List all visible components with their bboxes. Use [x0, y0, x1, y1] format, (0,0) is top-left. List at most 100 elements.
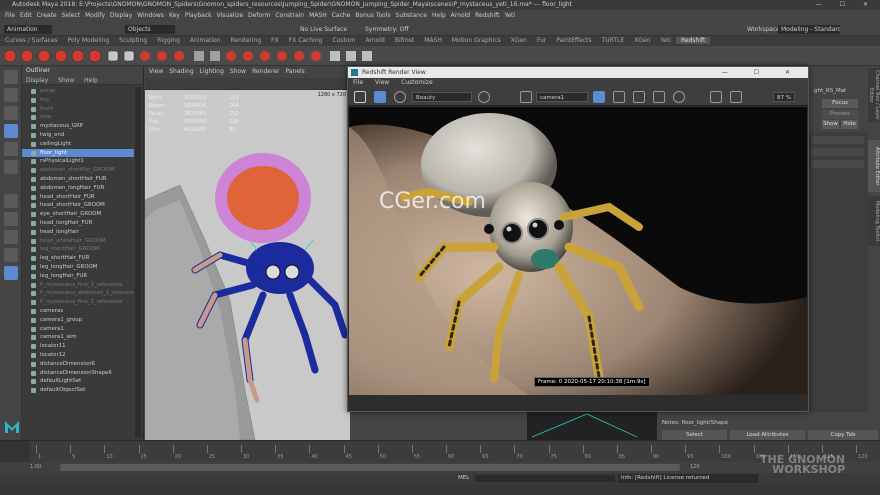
outliner-item[interactable]: distanceDimensionShape6	[22, 369, 134, 378]
layout-four-icon[interactable]	[4, 212, 18, 226]
outliner-item[interactable]: head_longHair	[22, 228, 134, 237]
selection-mode-field[interactable]: Objects	[125, 25, 175, 34]
shelf-tab-arnold[interactable]: Arnold	[360, 37, 389, 44]
shelf-tab-xgen[interactable]: XGen	[506, 37, 532, 44]
persp-viewport[interactable]: View Shading Lighting Show Renderer Panels Ve…	[145, 66, 350, 440]
menu-item-file[interactable]: File	[5, 12, 15, 19]
outliner-item[interactable]: persp	[22, 87, 134, 96]
menu-item-modify[interactable]: Modify	[85, 12, 105, 19]
hide-button[interactable]: Hide	[841, 120, 858, 129]
menu-item-substance[interactable]: Substance	[396, 12, 427, 19]
symmetry-label[interactable]: Symmetry: Off	[365, 25, 408, 34]
refresh-icon[interactable]	[394, 91, 406, 103]
compare-icon[interactable]	[730, 91, 742, 103]
outliner-item[interactable]: camera1_aim	[22, 333, 134, 342]
select-button[interactable]: Select	[662, 430, 727, 440]
outliner-item[interactable]: abdomen_shortHair_FUR	[22, 175, 134, 184]
tab-attribute-editor[interactable]: Attribute Editor	[868, 140, 880, 192]
live-surface-label[interactable]: No Live Surface	[300, 25, 347, 34]
rv-menu-view[interactable]: View	[375, 79, 389, 86]
shelf-tab-fur[interactable]: Fur	[532, 37, 551, 44]
shelf-tab-turtle[interactable]: TURTLE	[597, 37, 630, 44]
rotate-tool-icon[interactable]	[4, 142, 18, 156]
ipr-icon[interactable]	[374, 91, 386, 103]
shelf-tab-fx-caching[interactable]: FX Caching	[284, 37, 328, 44]
command-input[interactable]	[475, 475, 615, 482]
outliner-item[interactable]: defaultLightSet	[22, 377, 134, 386]
outliner-item[interactable]: cameras	[22, 307, 134, 316]
outliner-item[interactable]: camera1	[22, 325, 134, 334]
outliner-item[interactable]: twig_end	[22, 131, 134, 140]
menu-item-display[interactable]: Display	[110, 12, 132, 19]
lock-camera-icon[interactable]	[593, 91, 605, 103]
select-tool-icon[interactable]	[4, 70, 18, 84]
lasso-tool-icon[interactable]	[4, 88, 18, 102]
layout-outliner-icon[interactable]	[4, 248, 18, 262]
render-view-window-controls[interactable]: — ☐ ✕	[722, 67, 802, 78]
menu-item-edit[interactable]: Edit	[20, 12, 32, 19]
menu-item-create[interactable]: Create	[37, 12, 57, 19]
viewport-menu-renderer[interactable]: Renderer	[252, 68, 279, 75]
menu-item-cache[interactable]: Cache	[332, 12, 351, 19]
outliner-item[interactable]: side	[22, 113, 134, 122]
bucket-icon[interactable]	[633, 91, 645, 103]
menu-item-playback[interactable]: Playback	[185, 12, 212, 19]
render-image[interactable]: CGer.com Frame: 0 2020-05-17 20:10:38 [1…	[349, 107, 807, 395]
shelf-tab-motion-graphics[interactable]: Motion Graphics	[447, 37, 506, 44]
outliner-item[interactable]: P_mystaceus_abdomen_1_reference	[22, 289, 134, 298]
outliner-item[interactable]: abdomen_shortFur_GROOM	[22, 166, 134, 175]
crop-icon[interactable]	[520, 91, 532, 103]
shelf-tab-sculpting[interactable]: Sculpting	[114, 37, 152, 44]
layout-single-icon[interactable]	[4, 194, 18, 208]
outliner-item[interactable]: front	[22, 105, 134, 114]
shelf-tab-rigging[interactable]: Rigging	[152, 37, 185, 44]
outliner-item[interactable]: head_longHair_FUR	[22, 219, 134, 228]
outliner-item[interactable]: top	[22, 96, 134, 105]
shelf-tab-xgen[interactable]: XGen	[629, 37, 655, 44]
menu-item-yeti[interactable]: Yeti	[504, 12, 515, 19]
save-image-icon[interactable]	[710, 91, 722, 103]
presets-button[interactable]: Presets	[822, 110, 858, 119]
outliner-scrollbar[interactable]	[135, 87, 141, 437]
outliner-item[interactable]: eye_shortHair_GROOM	[22, 210, 134, 219]
shelf-tab-curves-surfaces[interactable]: Curves / Surfaces	[0, 37, 63, 44]
snapshot-icon[interactable]	[613, 91, 625, 103]
focus-button[interactable]: Focus	[822, 99, 858, 108]
viewport-menu-shading[interactable]: Shading	[169, 68, 193, 75]
outliner-item[interactable]: rsPhysicalLight1	[22, 157, 134, 166]
menu-item-redshift[interactable]: Redshift	[475, 12, 499, 19]
viewport-menu-show[interactable]: Show	[230, 68, 246, 75]
outliner-item[interactable]: P_mystaceus_fine_1_reference	[22, 298, 134, 307]
range-end-field[interactable]: 120	[690, 463, 700, 472]
outliner-item[interactable]: leg_longHair_GROOM	[22, 263, 134, 272]
outliner-item[interactable]: defaultObjectSet	[22, 386, 134, 395]
shelf-tab-yeti[interactable]: Yeti	[655, 37, 676, 44]
menu-item-bonus-tools[interactable]: Bonus Tools	[355, 12, 390, 19]
outliner-item[interactable]: leg_longHair_FUR	[22, 272, 134, 281]
menu-item-help[interactable]: Help	[432, 12, 446, 19]
menu-item-constrain[interactable]: Constrain	[275, 12, 304, 19]
outliner-item[interactable]: ceilingLight	[22, 140, 134, 149]
rv-menu-customize[interactable]: Customize	[401, 79, 433, 86]
shelf-tab-mash[interactable]: MASH	[419, 37, 447, 44]
tab-channel-box[interactable]: Channel Box / Layer Editor	[868, 68, 880, 122]
outliner-item[interactable]: camera1_group	[22, 316, 134, 325]
menu-set-dropdown[interactable]: Animation	[4, 25, 52, 34]
tab-modeling-toolkit[interactable]: Modeling Toolkit	[868, 196, 880, 246]
viewport-toolbar[interactable]	[145, 78, 350, 90]
channel-icon[interactable]	[478, 91, 490, 103]
shelf-tab-custom[interactable]: Custom	[327, 37, 360, 44]
shelf-tab-poly-modeling[interactable]: Poly Modeling	[63, 37, 115, 44]
workspace-dropdown[interactable]: Modeling - Standard*	[778, 25, 840, 34]
range-start-field[interactable]: 1.00	[30, 463, 41, 472]
viewport-menu-view[interactable]: View	[149, 68, 163, 75]
shelf-tab-redshift[interactable]: Redshift	[675, 37, 711, 44]
outliner-item[interactable]: distanceDimension6	[22, 360, 134, 369]
shelf-tab-painteffects[interactable]: PaintEffects	[551, 37, 596, 44]
paint-select-icon[interactable]	[4, 106, 18, 120]
scale-tool-icon[interactable]	[4, 160, 18, 174]
menu-item-arnold[interactable]: Arnold	[451, 12, 470, 19]
zoom-field[interactable]: 87 %	[773, 92, 795, 102]
time-slider[interactable]: 1 5 10 15 20 25 30 35 40 45 50 55 60 65 70 75 80 85 90 95 10…	[0, 440, 880, 463]
menu-item-select[interactable]: Select	[62, 12, 81, 19]
